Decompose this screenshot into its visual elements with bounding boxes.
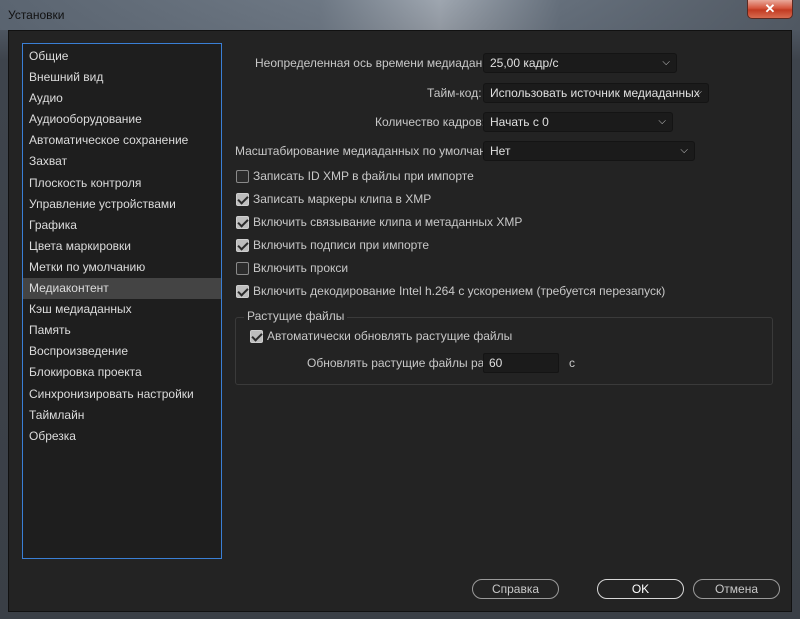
chevron-down-icon: ⌵ [662, 57, 670, 68]
timecode-dropdown[interactable]: Использовать источник медиаданных ⌵ [483, 83, 709, 103]
timebase-value: 25,00 кадр/с [490, 56, 559, 70]
sidebar-item-memory[interactable]: Память [23, 320, 221, 341]
sidebar-item-label-colors[interactable]: Цвета маркировки [23, 236, 221, 257]
sidebar-item-audio[interactable]: Аудио [23, 88, 221, 109]
sidebar-item-audio-hardware[interactable]: Аудиооборудование [23, 109, 221, 130]
clip-markers-checkbox[interactable] [236, 193, 249, 206]
growing-files-title: Растущие файлы [244, 309, 348, 323]
xmp-linking-label: Включить связывание клипа и метаданных X… [253, 215, 523, 229]
sidebar-item-media[interactable]: Медиаконтент [23, 278, 221, 300]
captions-label: Включить подписи при импорте [253, 238, 430, 252]
sidebar-item-control-surface[interactable]: Плоскость контроля [23, 173, 221, 194]
sidebar-item-auto-save[interactable]: Автоматическое сохранение [23, 130, 221, 151]
scaling-dropdown[interactable]: Нет ⌵ [483, 141, 695, 161]
auto-refresh-checkbox[interactable] [250, 330, 263, 343]
xmp-id-label: Записать ID XMP в файлы при импорте [253, 169, 474, 183]
frame-count-dropdown[interactable]: Начать с 0 ⌵ [483, 112, 673, 132]
window-title: Установки [8, 8, 65, 22]
intel-decoding-checkbox[interactable] [236, 285, 249, 298]
sidebar-item-timeline[interactable]: Таймлайн [23, 405, 221, 426]
growing-files-group [235, 317, 773, 385]
sidebar-item-project-locking[interactable]: Блокировка проекта [23, 362, 221, 383]
xmp-id-checkbox[interactable] [236, 170, 249, 183]
help-button[interactable]: Справка [472, 579, 559, 599]
xmp-linking-checkbox[interactable] [236, 216, 249, 229]
title-bar[interactable]: Установки ✕ [0, 0, 800, 30]
timecode-label: Тайм-код: [427, 86, 482, 100]
sidebar-item-media-cache[interactable]: Кэш медиаданных [23, 299, 221, 320]
scaling-label: Масштабирование медиаданных по умолчанию… [235, 144, 505, 158]
frame-count-value: Начать с 0 [490, 115, 549, 129]
chevron-down-icon: ⌵ [658, 116, 666, 127]
sidebar-item-capture[interactable]: Захват [23, 151, 221, 172]
ok-button[interactable]: OK [597, 579, 684, 599]
clip-markers-label: Записать маркеры клипа в XMP [253, 192, 432, 206]
intel-decoding-label: Включить декодирование Intel h.264 с уск… [253, 284, 666, 298]
chevron-down-icon: ⌵ [694, 87, 702, 98]
refresh-interval-input[interactable]: 60 [483, 353, 559, 373]
refresh-interval-label: Обновлять растущие файлы раз в [307, 356, 500, 370]
sidebar-item-graphics[interactable]: Графика [23, 215, 221, 236]
sidebar-item-sync-settings[interactable]: Синхронизировать настройки [23, 384, 221, 405]
timebase-dropdown[interactable]: 25,00 кадр/с ⌵ [483, 53, 677, 73]
chevron-down-icon: ⌵ [680, 145, 688, 156]
window-frame: Установки ✕ Общие Внешний вид Аудио Ауди… [0, 0, 800, 619]
sidebar-item-appearance[interactable]: Внешний вид [23, 67, 221, 88]
proxies-checkbox[interactable] [236, 262, 249, 275]
cancel-button[interactable]: Отмена [693, 579, 780, 599]
sidebar-item-device-control[interactable]: Управление устройствами [23, 194, 221, 215]
category-list[interactable]: Общие Внешний вид Аудио Аудиооборудовани… [22, 43, 222, 559]
refresh-interval-unit: с [569, 356, 575, 370]
proxies-label: Включить прокси [253, 261, 349, 275]
timecode-value: Использовать источник медиаданных [490, 86, 700, 100]
auto-refresh-label: Автоматически обновлять растущие файлы [267, 329, 513, 343]
scaling-value: Нет [490, 144, 511, 158]
sidebar-item-trim[interactable]: Обрезка [23, 426, 221, 447]
sidebar-item-label-defaults[interactable]: Метки по умолчанию [23, 257, 221, 278]
close-button[interactable]: ✕ [747, 0, 793, 19]
sidebar-item-playback[interactable]: Воспроизведение [23, 341, 221, 362]
dialog-client: Общие Внешний вид Аудио Аудиооборудовани… [8, 30, 792, 612]
frame-count-label: Количество кадров: [375, 115, 486, 129]
close-icon: ✕ [764, 1, 776, 16]
captions-checkbox[interactable] [236, 239, 249, 252]
timebase-label: Неопределенная ось времени медиаданных: [255, 56, 507, 70]
sidebar-item-general[interactable]: Общие [23, 46, 221, 67]
